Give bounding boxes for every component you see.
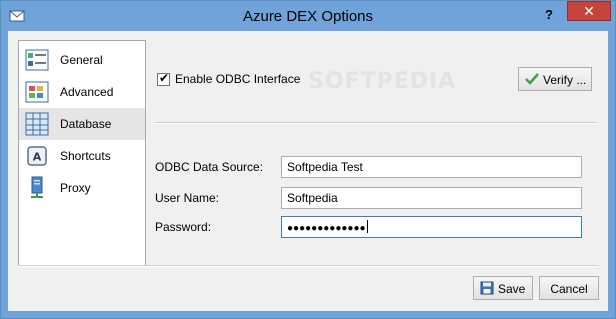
sidebar-item-shortcuts[interactable]: A Shortcuts: [19, 140, 145, 172]
help-button[interactable]: ?: [537, 5, 561, 25]
window-title: Azure DEX Options: [242, 8, 374, 25]
password-value: ●●●●●●●●●●●●●: [287, 223, 366, 234]
proxy-icon: [31, 176, 43, 198]
text-caret: [366, 220, 368, 233]
section-divider: [155, 122, 596, 124]
save-label: Save: [498, 282, 526, 296]
sidebar-item-label: General: [60, 53, 103, 67]
odbc-data-source-label: ODBC Data Source:: [155, 160, 264, 174]
sidebar-item-database[interactable]: Database: [19, 108, 145, 140]
options-sidebar: General Advanced Database A Shortcuts Pr…: [18, 40, 146, 267]
odbc-data-source-input[interactable]: Softpedia Test: [281, 156, 582, 178]
close-button[interactable]: ✕: [567, 1, 611, 21]
title-bar[interactable]: Azure DEX Options ? ✕: [1, 1, 615, 31]
sidebar-item-general[interactable]: General: [19, 44, 145, 76]
watermark: SOFTPEDIA: [308, 69, 457, 94]
check-icon: [525, 73, 539, 85]
checkmark-icon: ✔: [159, 71, 170, 85]
cancel-button[interactable]: Cancel: [539, 276, 599, 300]
sidebar-item-label: Database: [60, 117, 112, 131]
shortcuts-icon: A: [27, 146, 47, 166]
floppy-disk-icon: [480, 281, 494, 295]
sidebar-item-label: Proxy: [60, 181, 91, 195]
verify-button[interactable]: Verify ...: [518, 67, 592, 91]
verify-label: Verify ...: [543, 73, 587, 87]
sidebar-item-label: Advanced: [60, 85, 114, 99]
sidebar-item-label: Shortcuts: [60, 149, 111, 163]
sidebar-item-proxy[interactable]: Proxy: [19, 172, 145, 204]
advanced-icon: [25, 81, 49, 103]
dialog-body: General Advanced Database A Shortcuts Pr…: [8, 31, 608, 311]
footer-divider: [18, 265, 598, 267]
database-icon: [25, 112, 49, 136]
general-icon: [25, 49, 49, 71]
save-button[interactable]: Save: [473, 276, 533, 300]
cancel-label: Cancel: [550, 282, 588, 296]
password-input[interactable]: ●●●●●●●●●●●●●: [281, 216, 582, 238]
enable-odbc-label[interactable]: Enable ODBC Interface: [175, 72, 300, 86]
svg-text:A: A: [33, 151, 42, 164]
sidebar-item-advanced[interactable]: Advanced: [19, 76, 145, 108]
user-name-label: User Name:: [155, 191, 220, 205]
options-window: Azure DEX Options ? ✕ General Advanced D…: [0, 0, 616, 319]
password-label: Password:: [155, 220, 212, 234]
user-name-input[interactable]: Softpedia: [281, 187, 582, 209]
enable-odbc-checkbox[interactable]: ✔: [157, 71, 170, 86]
